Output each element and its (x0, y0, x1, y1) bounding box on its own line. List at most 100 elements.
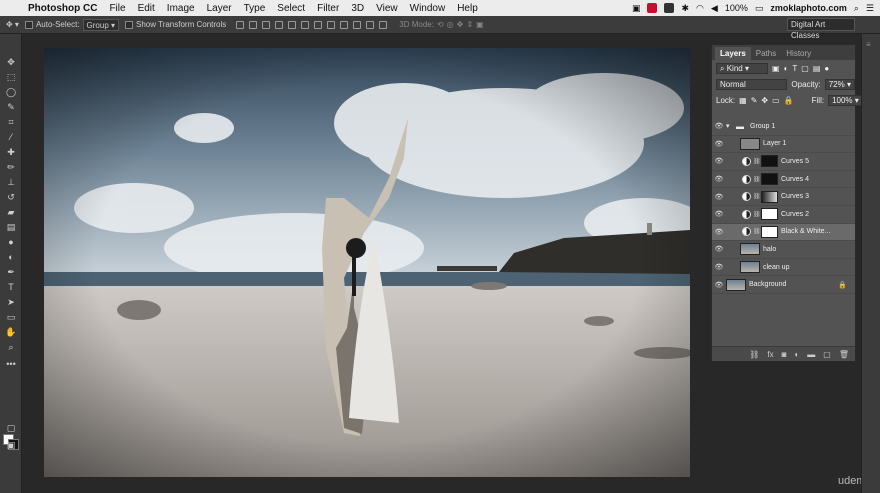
link-icon[interactable]: ⛓ (753, 176, 761, 183)
align-right-icon[interactable] (301, 20, 310, 29)
crop-tool-icon[interactable]: ⌗ (4, 116, 18, 128)
group-disclosure-icon[interactable]: ▾ (726, 122, 736, 130)
distribute-hcenter-icon[interactable] (366, 20, 375, 29)
link-icon[interactable]: ⛓ (753, 211, 761, 218)
stamp-tool-icon[interactable]: ⊥ (4, 176, 18, 188)
link-icon[interactable]: ⛓ (753, 228, 761, 235)
battery-icon[interactable]: ▭ (755, 3, 764, 14)
kind-filter-dropdown[interactable]: ⌕ Kind ▾ (716, 62, 768, 74)
menu-filter[interactable]: Filter (311, 3, 345, 14)
align-hcenter-icon[interactable] (288, 20, 297, 29)
menu-edit[interactable]: Edit (132, 3, 161, 14)
align-vcenter-icon[interactable] (249, 20, 258, 29)
dodge-tool-icon[interactable]: ◐ (4, 251, 18, 263)
move-tool-icon[interactable]: ✥ (4, 56, 18, 68)
dropbox-icon[interactable]: ▣ (632, 3, 641, 14)
brush-tool-icon[interactable]: ✏ (4, 161, 18, 173)
pen-tool-icon[interactable]: ✒ (4, 266, 18, 278)
visibility-eye-icon[interactable]: 👁 (712, 175, 726, 183)
distribute-right-icon[interactable] (379, 20, 388, 29)
history-brush-tool-icon[interactable]: ↺ (4, 191, 18, 203)
layer-curves-3[interactable]: 👁 ⛓ Curves 3 (712, 188, 855, 206)
list-icon[interactable]: ☰ (866, 3, 874, 14)
layer-clean-up[interactable]: 👁 clean up (712, 259, 855, 277)
menu-view[interactable]: View (370, 3, 404, 14)
link-layers-icon[interactable]: ⛓ (749, 350, 759, 359)
visibility-eye-icon[interactable]: 👁 (712, 263, 726, 271)
transform-checkbox[interactable] (125, 20, 134, 29)
more-tools-icon[interactable]: ••• (4, 358, 18, 370)
lock-position-icon[interactable]: ✥ (761, 96, 768, 105)
path-select-tool-icon[interactable]: ➤ (4, 296, 18, 308)
menu-help[interactable]: Help (451, 3, 484, 14)
filter-pixel-icon[interactable]: ▣ (772, 64, 780, 73)
link-icon[interactable]: ⛓ (753, 158, 761, 165)
type-tool-icon[interactable]: T (4, 281, 18, 293)
menu-image[interactable]: Image (161, 3, 201, 14)
slide3d-icon[interactable]: ⇕ (466, 20, 473, 29)
filter-adjust-icon[interactable]: ◐ (784, 64, 789, 73)
layer-group-1[interactable]: 👁 ▾ ▬ Group 1 (712, 118, 855, 136)
blend-mode-dropdown[interactable]: Normal (716, 78, 788, 90)
distribute-vcenter-icon[interactable] (327, 20, 336, 29)
lasso-tool-icon[interactable]: ◯ (4, 86, 18, 98)
autoselect-checkbox[interactable] (24, 20, 33, 29)
fx-icon[interactable]: fx (767, 350, 773, 359)
layer-layer-1[interactable]: 👁 Layer 1 (712, 136, 855, 154)
visibility-eye-icon[interactable]: 👁 (712, 245, 726, 253)
app-status-icon[interactable] (664, 3, 675, 13)
menu-3d[interactable]: 3D (345, 3, 370, 14)
gradient-tool-icon[interactable]: ▤ (4, 221, 18, 233)
filter-shape-icon[interactable]: ▢ (801, 64, 809, 73)
menu-file[interactable]: File (103, 3, 131, 14)
filter-smart-icon[interactable]: ▤ (813, 64, 821, 73)
recording-icon[interactable] (647, 3, 658, 13)
menu-window[interactable]: Window (404, 3, 452, 14)
tab-history[interactable]: History (781, 47, 816, 60)
visibility-eye-icon[interactable]: 👁 (712, 157, 726, 165)
align-top-icon[interactable] (236, 20, 245, 29)
layer-curves-5[interactable]: 👁 ⛓ Curves 5 (712, 153, 855, 171)
hand-tool-icon[interactable]: ✋ (4, 326, 18, 338)
link-icon[interactable]: ⛓ (753, 193, 761, 200)
filter-toggle-icon[interactable]: ● (824, 64, 829, 73)
layer-black-white[interactable]: 👁 ⛓ Black & White... (712, 223, 855, 242)
app-menu[interactable]: Photoshop CC (22, 3, 103, 14)
layer-curves-2[interactable]: 👁 ⛓ Curves 2 (712, 206, 855, 224)
layer-halo[interactable]: 👁 halo (712, 241, 855, 259)
bluetooth-icon[interactable]: ✱ (681, 3, 689, 14)
tab-paths[interactable]: Paths (751, 47, 781, 60)
menu-select[interactable]: Select (271, 3, 311, 14)
visibility-eye-icon[interactable]: 👁 (712, 281, 726, 289)
pan3d-icon[interactable]: ✥ (457, 20, 464, 29)
visibility-eye-icon[interactable]: 👁 (712, 193, 726, 201)
visibility-eye-icon[interactable]: 👁 (712, 122, 726, 130)
quick-select-tool-icon[interactable]: ✎ (4, 101, 18, 113)
shape-tool-icon[interactable]: ▭ (4, 311, 18, 323)
lock-all-icon[interactable]: 🔒 (784, 96, 794, 105)
lock-transparent-icon[interactable]: ▦ (739, 96, 747, 105)
filter-type-icon[interactable]: T (792, 64, 797, 73)
autoselect-dropdown[interactable]: Group ▾ (82, 18, 120, 31)
visibility-eye-icon[interactable]: 👁 (712, 210, 726, 218)
search-icon[interactable]: ⌕ (854, 3, 859, 14)
distribute-left-icon[interactable] (353, 20, 362, 29)
distribute-bottom-icon[interactable] (340, 20, 349, 29)
scale3d-icon[interactable]: ▣ (476, 20, 484, 29)
tab-layers[interactable]: Layers (715, 47, 751, 60)
panel-menu-icon[interactable]: ≡ (866, 40, 876, 49)
zoom-tool-icon[interactable]: ⌕ (4, 341, 18, 353)
volume-icon[interactable]: ◀ (711, 3, 718, 14)
lock-artboard-icon[interactable]: ▭ (772, 96, 780, 105)
align-left-icon[interactable] (275, 20, 284, 29)
layer-background[interactable]: 👁 Background 🔒 (712, 276, 855, 294)
wifi-icon[interactable]: ◠ (696, 3, 704, 14)
align-bottom-icon[interactable] (262, 20, 271, 29)
layer-curves-4[interactable]: 👁 ⛓ Curves 4 (712, 171, 855, 189)
image-canvas[interactable] (44, 48, 690, 477)
new-layer-icon[interactable]: ▢ (823, 350, 831, 359)
delete-layer-icon[interactable]: 🗑 (839, 350, 849, 359)
opacity-input[interactable]: 72% ▾ (824, 78, 855, 90)
add-mask-icon[interactable]: ◙ (782, 350, 787, 359)
menu-layer[interactable]: Layer (201, 3, 238, 14)
